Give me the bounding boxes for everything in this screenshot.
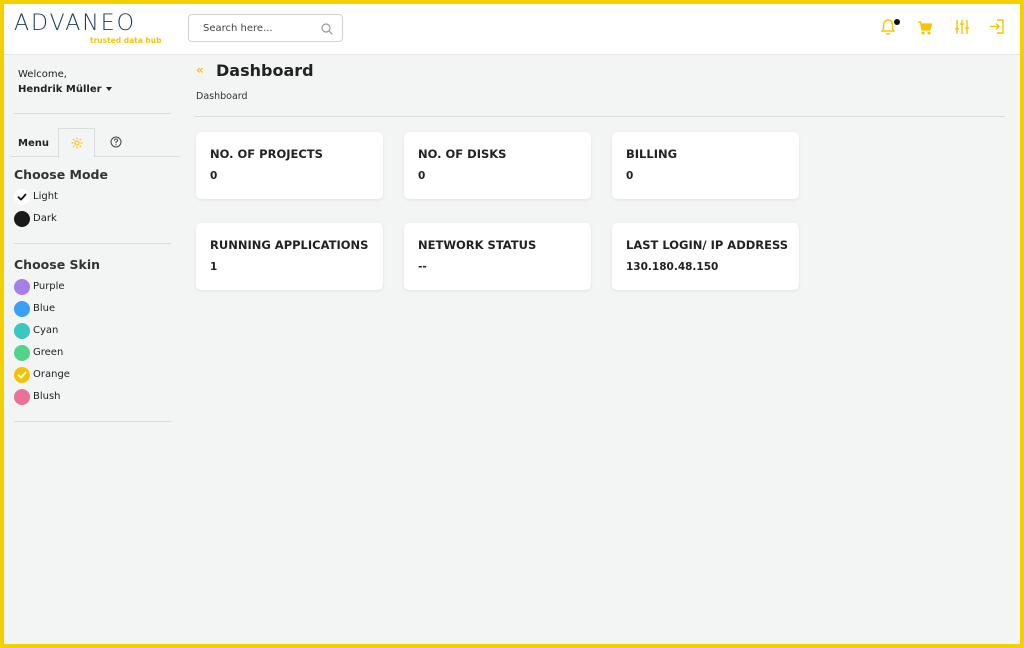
card-title: NO. OF DISKS (418, 147, 507, 161)
logo[interactable]: ADVANEO trusted data hub (14, 11, 161, 46)
mode-option-label: Dark (33, 213, 57, 224)
logo-tagline: trusted data hub (90, 36, 162, 45)
page-title: Dashboard (216, 61, 314, 80)
skin-option-label: Blue (33, 303, 56, 314)
username: Hendrik Müller (18, 84, 102, 95)
card-value: 0 (210, 170, 218, 182)
sliders-icon[interactable] (954, 18, 972, 36)
caret-down-icon (105, 87, 112, 91)
skin-option-label: Cyan (33, 325, 59, 336)
card-title: NETWORK STATUS (418, 238, 537, 252)
swatch-icon (14, 211, 30, 227)
notification-dot (894, 19, 900, 25)
card-value: 130.180.48.150 (626, 261, 719, 273)
mode-option-label: Light (33, 191, 58, 202)
card-value: 0 (626, 170, 634, 182)
card-billing[interactable]: BILLING 0 (612, 132, 799, 199)
divider (14, 113, 171, 114)
sidebar: Welcome, Hendrik Müller Menu Choose Mode… (4, 55, 180, 644)
swatch-icon (14, 301, 30, 317)
divider (14, 243, 171, 244)
check-icon (17, 193, 27, 201)
card-last-login[interactable]: LAST LOGIN/ IP ADDRESS 130.180.48.150 (612, 223, 799, 290)
cart-icon[interactable] (917, 20, 935, 38)
divider (194, 116, 1005, 117)
divider (14, 421, 171, 422)
card-value: 0 (418, 170, 426, 182)
main-content: « Dashboard Dashboard NO. OF PROJECTS 0 … (180, 55, 1020, 644)
help-icon (110, 136, 122, 148)
sign-in-icon[interactable] (989, 18, 1007, 36)
user-menu[interactable]: Hendrik Müller (18, 84, 112, 95)
card-title: BILLING (626, 147, 678, 161)
top-bar: ADVANEO trusted data hub (0, 0, 1024, 55)
tab-settings[interactable] (58, 128, 95, 158)
collapse-sidebar-icon[interactable]: « (196, 63, 204, 77)
card-network-status[interactable]: NETWORK STATUS -- (404, 223, 591, 290)
card-disks[interactable]: NO. OF DISKS 0 (404, 132, 591, 199)
card-title: RUNNING APPLICATIONS (210, 238, 369, 252)
skin-option-label: Purple (33, 281, 65, 292)
swatch-icon (14, 189, 30, 205)
swatch-icon (14, 367, 30, 383)
skin-title: Choose Skin (14, 257, 101, 272)
gear-icon (71, 137, 83, 149)
welcome-text: Welcome, (18, 69, 67, 80)
card-value: 1 (210, 261, 218, 273)
tab-menu-label: Menu (18, 138, 49, 149)
skin-option-label: Blush (33, 391, 61, 402)
skin-option-label: Orange (33, 369, 70, 380)
breadcrumb[interactable]: Dashboard (196, 91, 248, 102)
card-projects[interactable]: NO. OF PROJECTS 0 (196, 132, 383, 199)
search-icon[interactable] (320, 21, 334, 35)
card-title: LAST LOGIN/ IP ADDRESS (626, 238, 789, 252)
tab-menu[interactable]: Menu (12, 128, 58, 157)
mode-title: Choose Mode (14, 167, 108, 182)
swatch-icon (14, 345, 30, 361)
tab-help[interactable] (102, 128, 132, 157)
card-value: -- (418, 261, 427, 273)
sidebar-tabs: Menu (10, 128, 180, 158)
swatch-icon (14, 323, 30, 339)
swatch-icon (14, 279, 30, 295)
logo-text: ADVANEO (14, 11, 136, 36)
swatch-icon (14, 389, 30, 405)
skin-option-label: Green (33, 347, 64, 358)
card-running-applications[interactable]: RUNNING APPLICATIONS 1 (196, 223, 383, 290)
card-title: NO. OF PROJECTS (210, 147, 323, 161)
check-icon (17, 371, 27, 379)
